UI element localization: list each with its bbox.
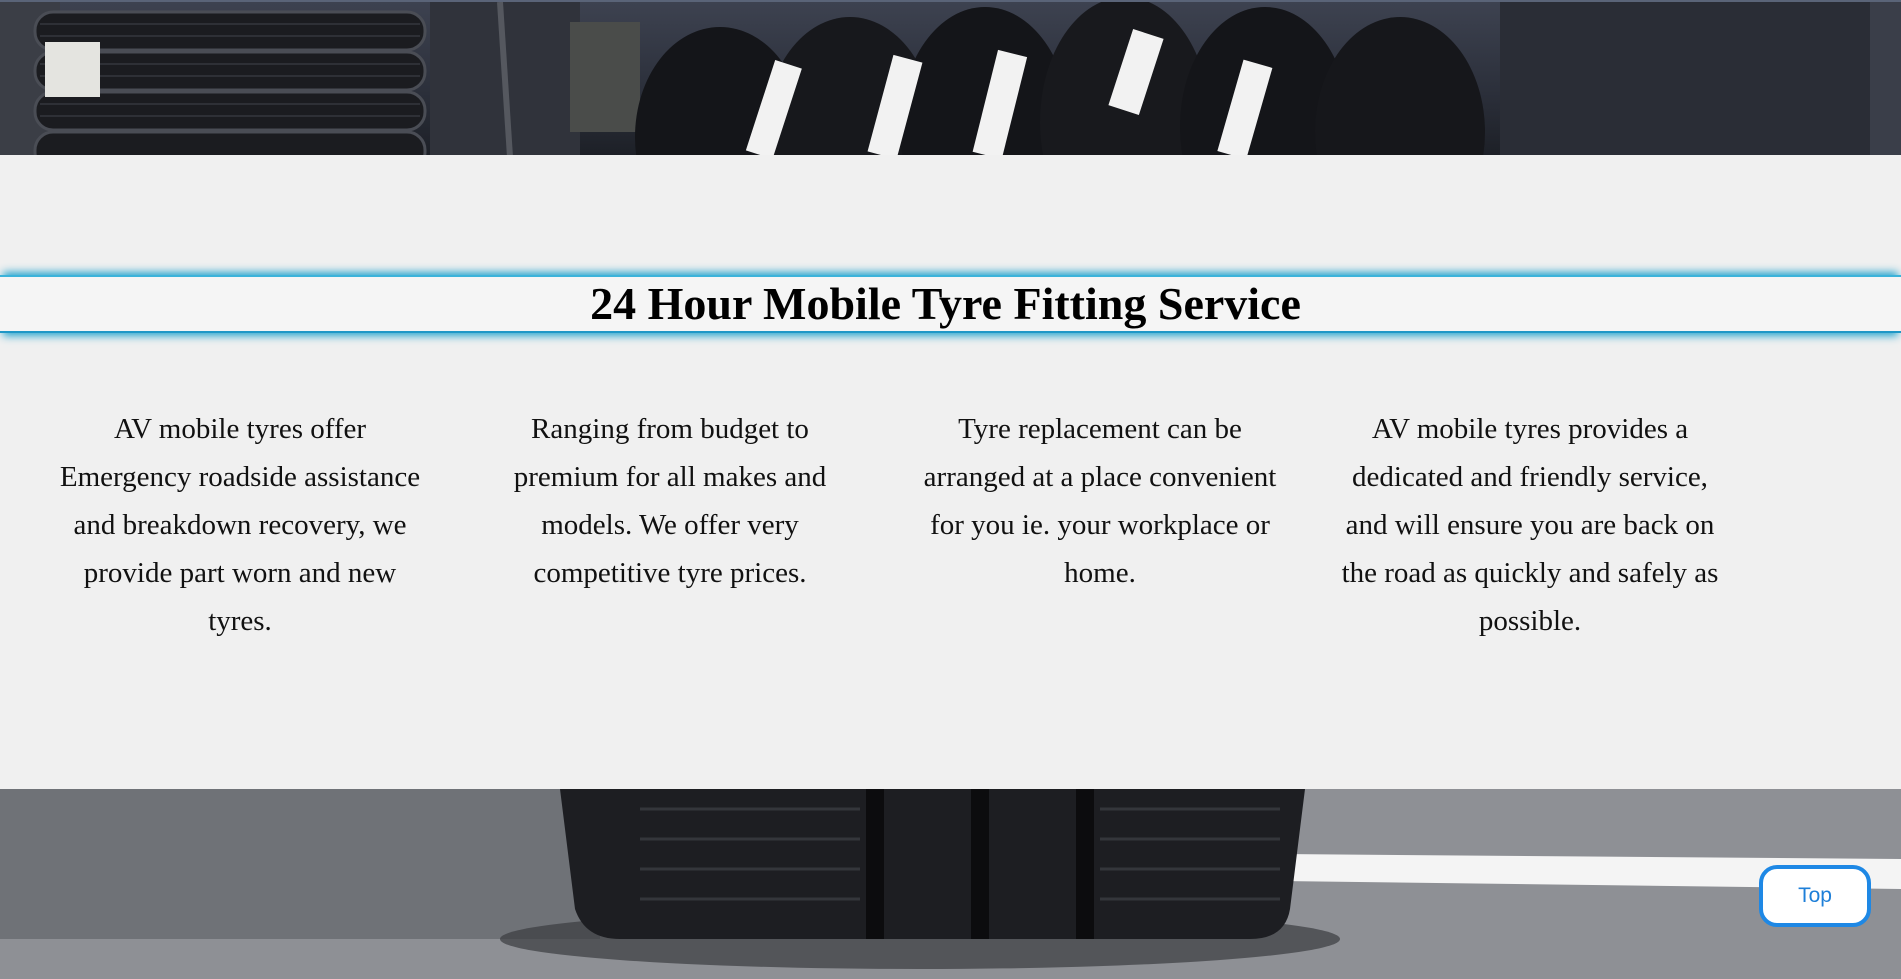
tyre-on-road-illustration xyxy=(0,789,1901,979)
feature-convenient-location: Tyre replacement can be arranged at a pl… xyxy=(910,405,1290,597)
feature-text: AV mobile tyres offer Emergency roadside… xyxy=(59,413,421,637)
services-section: 24 Hour Mobile Tyre Fitting Service AV m… xyxy=(0,155,1901,789)
hero-tyre-rack-image xyxy=(0,0,1901,155)
feature-text: Ranging from budget to premium for all m… xyxy=(513,413,827,589)
back-to-top-button[interactable]: Top xyxy=(1759,865,1871,927)
hero-tyre-road-image xyxy=(0,789,1901,979)
feature-text: AV mobile tyres provides a dedicated and… xyxy=(1341,413,1719,637)
feature-text: Tyre replacement can be arranged at a pl… xyxy=(923,413,1277,589)
feature-tyre-range: Ranging from budget to premium for all m… xyxy=(480,405,860,597)
feature-list: AV mobile tyres offer Emergency roadside… xyxy=(0,405,1901,705)
page-title: 24 Hour Mobile Tyre Fitting Service xyxy=(590,278,1301,329)
tyre-rack-illustration xyxy=(0,2,1901,155)
feature-friendly-service: AV mobile tyres provides a dedicated and… xyxy=(1340,405,1720,645)
title-banner: 24 Hour Mobile Tyre Fitting Service xyxy=(0,275,1901,333)
feature-emergency-assistance: AV mobile tyres offer Emergency roadside… xyxy=(50,405,430,645)
